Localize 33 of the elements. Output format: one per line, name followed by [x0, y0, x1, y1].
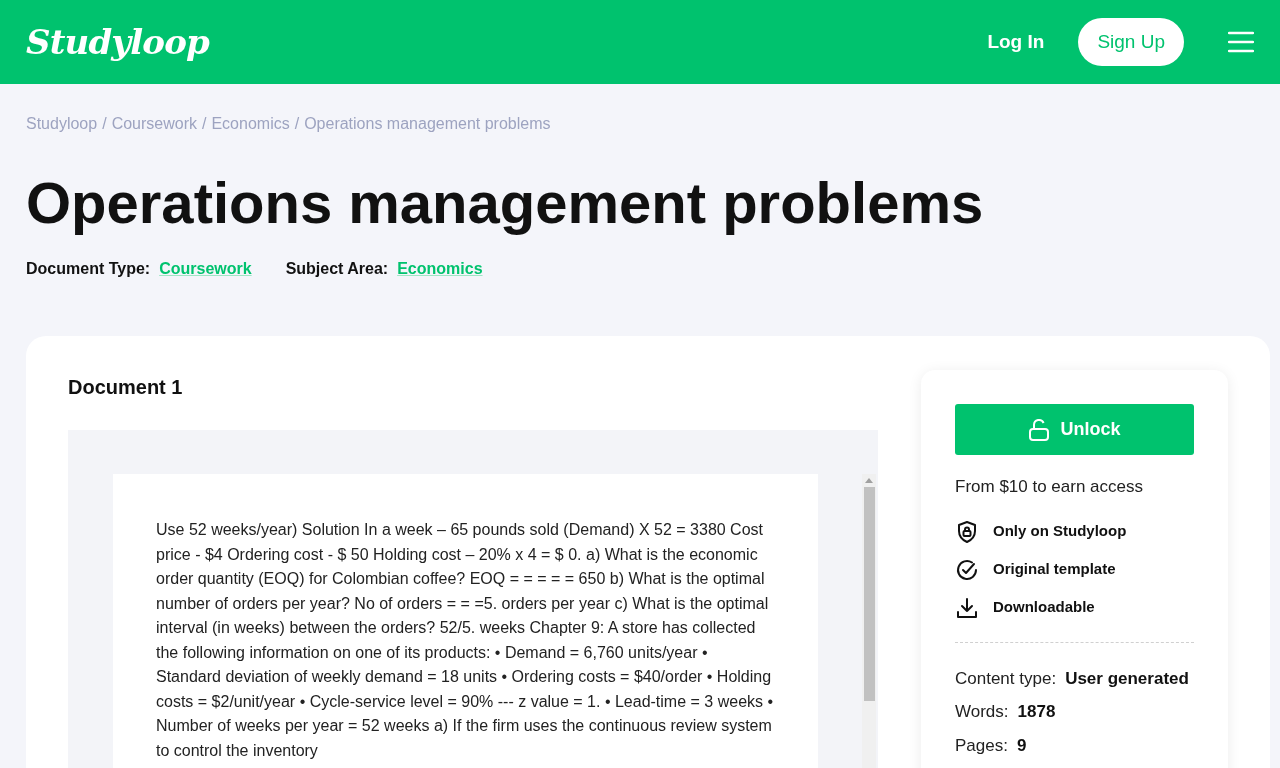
meta-link[interactable]: Economics: [397, 257, 483, 281]
breadcrumb-link[interactable]: Economics: [211, 112, 290, 136]
feature-label: Downloadable: [993, 597, 1095, 618]
meta-label: Document Type:: [26, 259, 151, 279]
price-note: From $10 to earn access: [955, 476, 1145, 498]
scrollbar[interactable]: [862, 474, 876, 768]
meta-link[interactable]: Coursework: [159, 257, 252, 281]
breadcrumb-link[interactable]: Coursework: [111, 112, 197, 136]
download-icon: [955, 595, 979, 620]
detail-value: 1878: [1017, 701, 1056, 723]
detail-label: Pages:: [955, 734, 1008, 757]
feature-label: Only on Studyloop: [993, 521, 1127, 542]
breadcrumb-separator: /: [102, 114, 107, 134]
detail-value: 9: [1016, 734, 1027, 757]
menu-icon[interactable]: [1228, 31, 1254, 53]
document-text: Use 52 weeks/year) Solution In a week – 65 pounds sold (Demand) X 52 = 3380 Cost price - $4 Ordering cost - $ 50 Holding cost – 20% x 4 = $ 0. a) What is the economic order quantity (EOQ) for Colombian coffee? EOQ = = = = = 650 b) What is the optimal number of orders per year? No of orders = = =5. orders per year c) What is the optimal interval (in weeks) between the orders? 52/5. weeks Chapter 9: A store has collected the following information on one of its products: • Demand = 6,760 units/year • Standard deviation of weekly demand = 18 units • Ordering costs = $40/order • Holding costs = $2/unit/year • Cycle-service level = 90% --- z value = 1. • Lead-time = 3 weeks • Number of weeks per year = 52 weeks a) If the firm uses the continuous review system to control the inventory: [156, 520, 774, 761]
meta-label: Subject Area:: [285, 259, 389, 279]
log-in-link[interactable]: Log In: [987, 27, 1045, 57]
breadcrumb-separator: /: [202, 114, 207, 134]
feature-label: Original template: [993, 559, 1116, 580]
breadcrumb-link[interactable]: Studyloop: [26, 112, 98, 136]
unlock-button[interactable]: Unlock: [955, 404, 1194, 455]
shield-lock-icon: [955, 519, 979, 544]
breadcrumb-separator: /: [294, 114, 300, 134]
check-circle-icon: [955, 557, 979, 582]
document-heading: Document 1: [68, 375, 184, 400]
breadcrumb-link[interactable]: Operations management problems: [304, 112, 551, 136]
detail-label: Content type:: [955, 667, 1057, 690]
sign-up-button[interactable]: Sign Up: [1078, 18, 1184, 66]
logo[interactable]: Studyloop: [26, 16, 209, 68]
detail-value: User generated: [1065, 667, 1189, 690]
lock-icon: [1028, 417, 1051, 442]
detail-label: Words:: [955, 701, 1009, 723]
